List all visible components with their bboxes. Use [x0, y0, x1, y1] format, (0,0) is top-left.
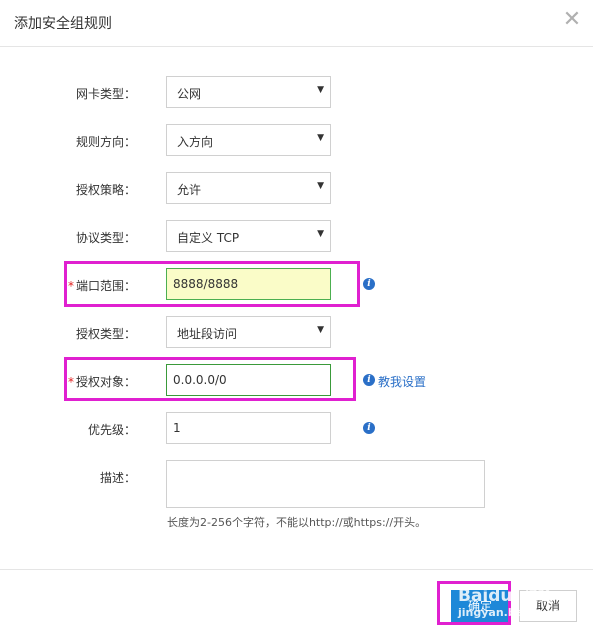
auth-type-select[interactable]: 地址段访问 ▼: [166, 316, 331, 348]
required-mark: *: [68, 279, 74, 293]
auth-object-label: * 授权对象：: [68, 373, 136, 390]
priority-label: 优先级：: [88, 423, 137, 437]
auth-object-input[interactable]: 0.0.0.0/0: [166, 364, 331, 396]
close-icon[interactable]: ✕: [562, 9, 582, 31]
priority-value: 1: [173, 421, 181, 435]
chevron-down-icon: ▼: [317, 85, 324, 95]
chevron-down-icon: ▼: [317, 133, 324, 143]
nic-type-select[interactable]: 公网 ▼: [166, 76, 331, 108]
cancel-button[interactable]: 取消: [519, 590, 577, 622]
add-security-group-rule-dialog: 添加安全组规则 ✕ 网卡类型： 公网 ▼ 规则方向： 入方向 ▼ 授权策略： 允…: [0, 0, 593, 633]
nic-type-label: 网卡类型：: [76, 87, 137, 101]
port-range-label-text: 端口范围：: [76, 279, 137, 293]
auth-type-value: 地址段访问: [177, 327, 238, 341]
info-icon[interactable]: i: [363, 374, 375, 386]
chevron-down-icon: ▼: [317, 229, 324, 239]
direction-value: 入方向: [177, 135, 214, 149]
port-range-label: * 端口范围：: [68, 277, 136, 294]
dialog-title: 添加安全组规则: [14, 16, 112, 32]
policy-label: 授权策略：: [76, 183, 137, 197]
description-label: 描述：: [100, 471, 137, 485]
direction-label: 规则方向：: [76, 135, 137, 149]
auth-object-label-text: 授权对象：: [76, 375, 137, 389]
help-setup-link[interactable]: 教我设置: [378, 373, 426, 390]
info-icon[interactable]: i: [363, 278, 375, 290]
chevron-down-icon: ▼: [317, 325, 324, 335]
policy-select[interactable]: 允许 ▼: [166, 172, 331, 204]
protocol-value: 自定义 TCP: [177, 231, 240, 245]
description-textarea[interactable]: [166, 460, 485, 508]
confirm-highlight: [437, 581, 511, 625]
direction-select[interactable]: 入方向 ▼: [166, 124, 331, 156]
policy-value: 允许: [177, 183, 202, 197]
nic-type-value: 公网: [177, 87, 202, 101]
protocol-select[interactable]: 自定义 TCP ▼: [166, 220, 331, 252]
auth-type-label: 授权类型：: [76, 327, 137, 341]
port-range-input[interactable]: 8888/8888: [166, 268, 331, 300]
chevron-down-icon: ▼: [317, 181, 324, 191]
port-range-value: 8888/8888: [173, 277, 239, 291]
description-hint: 长度为2-256个字符，不能以http://或https://开头。: [167, 516, 427, 529]
required-mark: *: [68, 375, 74, 389]
protocol-label: 协议类型：: [76, 231, 137, 245]
auth-object-value: 0.0.0.0/0: [173, 373, 227, 387]
dialog-header: 添加安全组规则 ✕: [0, 0, 593, 47]
info-icon[interactable]: i: [363, 422, 375, 434]
priority-input[interactable]: 1: [166, 412, 331, 444]
